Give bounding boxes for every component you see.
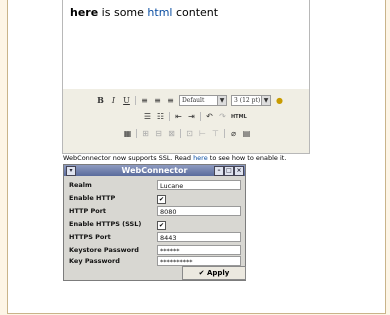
keystore-password-label: Keystore Password — [69, 246, 139, 254]
chevron-down-icon: ▼ — [217, 96, 226, 105]
insert-row-icon[interactable]: ⊞ — [141, 129, 150, 138]
editor-bold-word: here — [70, 6, 99, 19]
close-icon[interactable]: × — [234, 166, 244, 176]
apply-button[interactable]: ✔ Apply — [182, 266, 246, 280]
key-password-label: Key Password — [69, 257, 120, 265]
color-picker-icon[interactable]: ● — [275, 96, 284, 105]
table-icon[interactable]: ▦ — [123, 129, 132, 138]
toolbar-row-1: B I U ≡ ≡ ≡ Default ▼ 3 (12 pt) ▼ ● — [96, 95, 284, 106]
minimize-icon[interactable]: – — [214, 166, 224, 176]
dialog-titlebar[interactable]: ▾ WebConnector – □ × — [64, 165, 245, 176]
html-button[interactable]: HTML — [231, 114, 247, 120]
toolbar-separator — [135, 96, 136, 105]
http-port-row: HTTP Port 8080 — [66, 205, 243, 218]
numbered-list-icon[interactable]: ☷ — [156, 112, 165, 121]
key-password-field[interactable]: ********** — [157, 256, 241, 266]
underline-button[interactable]: U — [122, 96, 131, 105]
size-select[interactable]: 3 (12 pt) ▼ — [231, 95, 271, 106]
insert-col-icon[interactable]: ⊟ — [154, 129, 163, 138]
merge-cells-icon[interactable]: ⊡ — [185, 129, 194, 138]
font-select-value: Default — [182, 97, 205, 104]
apply-label: Apply — [206, 269, 230, 277]
align-right-icon[interactable]: ≡ — [166, 96, 175, 105]
editor-toolbar: B I U ≡ ≡ ≡ Default ▼ 3 (12 pt) ▼ ● ☰ ☷ ⇤ … — [62, 89, 310, 154]
cell-props-icon[interactable]: ⊤ — [211, 129, 220, 138]
toolbar-row-2: ☰ ☷ ⇤ ⇥ ↶ ↷ HTML — [143, 112, 247, 121]
editor-text-end: content — [172, 6, 219, 19]
delete-row-icon[interactable]: ⊠ — [167, 129, 176, 138]
enable-http-row: Enable HTTP ✔ — [66, 192, 243, 205]
size-select-value: 3 (12 pt) — [234, 97, 261, 104]
redo-icon[interactable]: ↷ — [218, 112, 227, 121]
toolbar-separator — [180, 129, 181, 138]
align-center-icon[interactable]: ≡ — [153, 96, 162, 105]
toolbar-separator — [200, 112, 201, 121]
undo-icon[interactable]: ↶ — [205, 112, 214, 121]
maximize-icon[interactable]: □ — [224, 166, 234, 176]
checkmark-icon: ✔ — [198, 269, 205, 277]
align-left-icon[interactable]: ≡ — [140, 96, 149, 105]
https-port-row: HTTPS Port 8443 — [66, 231, 243, 244]
enable-https-row: Enable HTTPS (SSL) ✔ — [66, 218, 243, 231]
editor-text-mid: is some — [98, 6, 148, 19]
indent-icon[interactable]: ⇥ — [187, 112, 196, 121]
https-port-label: HTTPS Port — [69, 233, 111, 241]
bullet-list-icon[interactable]: ☰ — [143, 112, 152, 121]
editor-link-word: html — [147, 6, 173, 19]
enable-https-label: Enable HTTPS (SSL) — [69, 220, 142, 228]
editor-content[interactable]: here is some html content — [70, 6, 218, 19]
keystore-password-field[interactable]: ****** — [157, 245, 241, 255]
notice-text-after: to see how to enable it. — [207, 154, 287, 162]
bold-button[interactable]: B — [96, 96, 105, 105]
eraser-icon[interactable]: ⌀ — [229, 129, 238, 138]
notice-link[interactable]: here — [193, 154, 208, 162]
https-port-field[interactable]: 8443 — [157, 232, 241, 242]
outdent-icon[interactable]: ⇤ — [174, 112, 183, 121]
realm-label: Realm — [69, 181, 92, 189]
ssl-notice: WebConnector now supports SSL. Read here… — [63, 154, 286, 162]
italic-button[interactable]: I — [109, 96, 118, 105]
rich-text-editor[interactable]: here is some html content — [62, 0, 310, 90]
font-select[interactable]: Default ▼ — [179, 95, 227, 106]
grid-icon[interactable]: ▤ — [242, 129, 251, 138]
chevron-down-icon: ▼ — [261, 96, 270, 105]
http-port-label: HTTP Port — [69, 207, 107, 215]
split-cells-icon[interactable]: ⊢ — [198, 129, 207, 138]
toolbar-separator — [136, 129, 137, 138]
realm-field[interactable]: Lucane — [157, 180, 241, 190]
toolbar-row-3: ▦ ⊞ ⊟ ⊠ ⊡ ⊢ ⊤ ⌀ ▤ — [123, 129, 251, 138]
webconnector-dialog: ▾ WebConnector – □ × Realm Lucane Enable… — [63, 164, 246, 281]
enable-http-label: Enable HTTP — [69, 194, 116, 202]
toolbar-separator — [224, 129, 225, 138]
http-port-field[interactable]: 8080 — [157, 206, 241, 216]
enable-https-checkbox[interactable]: ✔ — [157, 221, 166, 230]
toolbar-separator — [169, 112, 170, 121]
notice-text-before: WebConnector now supports SSL. Read — [63, 154, 194, 162]
enable-http-checkbox[interactable]: ✔ — [157, 195, 166, 204]
key-password-row: Key Password ********** — [66, 256, 243, 266]
realm-row: Realm Lucane — [66, 179, 243, 192]
